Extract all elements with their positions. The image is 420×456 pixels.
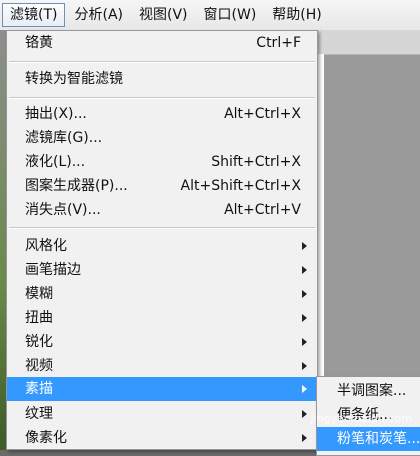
- menu-window[interactable]: 窗口(W): [197, 3, 264, 27]
- menu-item-texture[interactable]: 纹理: [7, 402, 317, 426]
- submenu-item-label: 半调图案...: [337, 383, 407, 399]
- menu-item-sketch[interactable]: 素描: [7, 377, 317, 401]
- submenu-arrow-icon: [302, 434, 307, 442]
- menu-item-label: 素描: [25, 381, 53, 397]
- menu-filter[interactable]: 滤镜(T): [2, 3, 66, 27]
- menu-item-extract[interactable]: 抽出(X)... Alt+Ctrl+X: [7, 102, 317, 126]
- submenu-arrow-icon: [302, 290, 307, 298]
- menu-view[interactable]: 视图(V): [132, 3, 195, 27]
- filter-dropdown-menu: 铬黄 Ctrl+F 转换为智能滤镜 抽出(X)... Alt+Ctrl+X 滤镜…: [6, 30, 318, 450]
- menu-item-shortcut: Alt+Shift+Ctrl+X: [180, 178, 301, 194]
- menu-item-vanishing-point[interactable]: 消失点(V)... Alt+Ctrl+V: [7, 198, 317, 222]
- menu-item-stylize[interactable]: 风格化: [7, 234, 317, 258]
- menu-separator: [9, 97, 315, 99]
- menu-item-brush-strokes[interactable]: 画笔描边: [7, 258, 317, 282]
- submenu-arrow-icon: [302, 266, 307, 274]
- menu-item-shortcut: Ctrl+F: [256, 35, 301, 51]
- menu-separator: [9, 227, 315, 229]
- menu-item-pixelate[interactable]: 像素化: [7, 426, 317, 450]
- menu-item-label: 转换为智能滤镜: [25, 71, 123, 87]
- menu-item-label: 消失点(V)...: [25, 202, 101, 218]
- submenu-item-chalk-charcoal[interactable]: 粉笔和炭笔...: [317, 427, 420, 451]
- menu-help[interactable]: 帮助(H): [265, 3, 328, 27]
- menu-item-label: 画笔描边: [25, 262, 81, 278]
- menu-item-label: 抽出(X)...: [25, 106, 87, 122]
- menu-item-shortcut: Alt+Ctrl+V: [224, 202, 301, 218]
- menu-item-label: 像素化: [25, 430, 67, 446]
- submenu-arrow-icon: [302, 314, 307, 322]
- menu-item-filter-gallery[interactable]: 滤镜库(G)...: [7, 126, 317, 150]
- submenu-arrow-icon: [302, 362, 307, 370]
- submenu-item-halftone-pattern[interactable]: 半调图案...: [317, 379, 420, 403]
- menu-item-distort[interactable]: 扭曲: [7, 306, 317, 330]
- menu-analysis[interactable]: 分析(A): [67, 3, 130, 27]
- menu-item-shortcut: Alt+Ctrl+X: [224, 106, 301, 122]
- menu-item-label: 图案生成器(P)...: [25, 178, 128, 194]
- menu-item-label: 扭曲: [25, 310, 53, 326]
- submenu-arrow-icon: [302, 410, 307, 418]
- menu-item-label: 纹理: [25, 406, 53, 422]
- menu-item-liquify[interactable]: 液化(L)... Shift+Ctrl+X: [7, 150, 317, 174]
- menu-bar: 滤镜(T) 分析(A) 视图(V) 窗口(W) 帮助(H): [0, 0, 420, 31]
- menu-item-blur[interactable]: 模糊: [7, 282, 317, 306]
- submenu-item-label: 粉笔和炭笔...: [337, 431, 420, 447]
- menu-item-label: 视频: [25, 358, 53, 374]
- menu-item-label: 滤镜库(G)...: [25, 130, 103, 146]
- menu-item-label: 模糊: [25, 286, 53, 302]
- menu-item-label: 风格化: [25, 238, 67, 254]
- watermark: jingyan.baidu.com: [310, 412, 412, 425]
- submenu-arrow-icon: [302, 242, 307, 250]
- submenu-arrow-icon: [302, 338, 307, 346]
- menu-separator: [9, 61, 315, 63]
- menu-item-pattern-maker[interactable]: 图案生成器(P)... Alt+Shift+Ctrl+X: [7, 174, 317, 198]
- submenu-arrow-icon: [302, 385, 307, 393]
- menu-item-last-filter[interactable]: 铬黄 Ctrl+F: [7, 31, 317, 55]
- menu-item-label: 铬黄: [25, 35, 53, 51]
- menu-item-shortcut: Shift+Ctrl+X: [211, 154, 301, 170]
- menu-item-video[interactable]: 视频: [7, 354, 317, 378]
- options-bar: [318, 30, 420, 55]
- menu-item-label: 锐化: [25, 334, 53, 350]
- menu-item-label: 液化(L)...: [25, 154, 86, 170]
- menu-item-sharpen[interactable]: 锐化: [7, 330, 317, 354]
- menu-item-convert-smart-filter[interactable]: 转换为智能滤镜: [7, 67, 317, 91]
